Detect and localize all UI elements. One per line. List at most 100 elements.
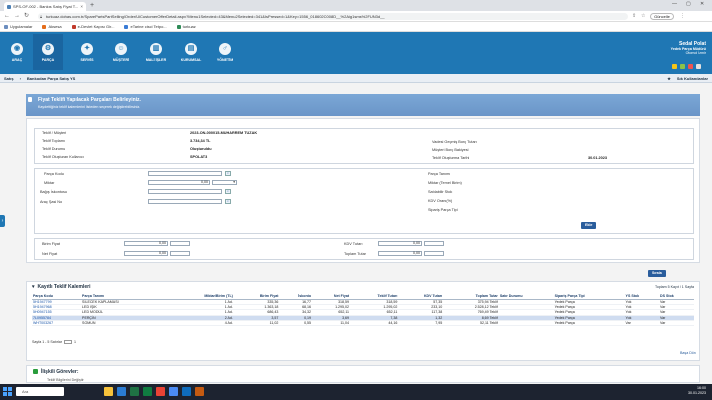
close-window-icon[interactable]: ✕ [700,1,704,7]
nav-kurumsal[interactable]: ▤ KURUMSAL [176,34,206,70]
related-tasks-title: İlişkili Görevler: [41,369,79,375]
maximize-icon[interactable]: ▢ [686,1,691,7]
info-value: Oluşturuldu [190,147,212,151]
minimize-icon[interactable]: — [672,1,677,7]
total-currency [424,251,444,256]
star-icon[interactable]: ☆ [641,13,645,20]
records-summary: Toplam 5 Kayıt / 1 Sayfa [655,285,694,289]
part-code-input[interactable] [148,171,222,176]
customer-icon: ☺ [115,42,127,55]
windows-start-icon[interactable] [3,387,12,396]
taskbar-app-icon[interactable] [195,387,204,396]
sort-button[interactable]: Sırala [648,270,666,277]
taskbar-app-icon[interactable] [104,387,113,396]
update-button[interactable]: Güncelle [650,13,674,20]
panel-title: Fiyat Teklifi Yapılacak Parçaları Belirl… [38,97,141,103]
taskbar-app-icon[interactable] [117,387,126,396]
taskbar-app-icon[interactable] [156,387,165,396]
taskbar-search[interactable]: Ara [16,387,64,396]
bookmark-item[interactable]: Aksesa [42,24,62,29]
taskbar-app-icon[interactable] [143,387,152,396]
favorites-icon[interactable] [672,64,677,69]
pager-page: 1 [73,340,76,344]
help-icon[interactable] [688,64,693,69]
bookmark-item[interactable]: Uygulamalar [4,24,32,29]
reload-icon[interactable]: ↻ [24,13,29,20]
net-price-label: Net Fiyat [42,252,58,256]
info-label: Vadesi Geçmiş Borç Tutarı [432,140,477,144]
bookmark-item[interactable]: turkuaz [176,24,196,29]
vat-label: KDV Tutarı [344,242,363,246]
breadcrumb: Satış › Bankodan Parça Satış YS ★ Sık Ku… [0,74,712,83]
nav-parca[interactable]: ⚙ PARÇA [33,34,63,70]
taskbar-app-icon[interactable] [169,387,178,396]
collapse-icon[interactable]: ▾ [32,284,35,290]
apps-icon [4,24,8,29]
taskbar-app-icon[interactable] [182,387,191,396]
search-discount-button[interactable]: ⌕ [225,189,231,194]
table-row[interactable]: WHT003267 SOMUN 4 Ad. 11,02 0,55 11,04 44,16 7,… [32,320,694,327]
url-input[interactable]: 🔒︎ turkuaz.dohas.com.tr/SparePartsPartSe… [38,13,628,20]
browser-tab[interactable]: SPS-OF-002 - Bankıs Satış Fiyat T... × [4,2,86,11]
table-cell: 52,11 Teklif [443,320,499,327]
chassis-input[interactable] [148,199,222,204]
field-label: Miktar [44,181,55,185]
corporate-icon: ▤ [185,42,197,55]
back-icon[interactable]: ← [4,13,10,20]
quantity-input[interactable]: 0,00 [148,180,210,185]
bookmark-item[interactable]: e-Devlet Kapısı Gir... [71,24,114,29]
breadcrumb-root[interactable]: Satış [4,76,14,81]
bookmarks-bar: Uygulamalar Aksesa e-Devlet Kapısı Gir..… [0,22,712,32]
page-size-select[interactable] [63,340,72,344]
field-label: Sipariş Parça Tipi [428,208,458,212]
back-to-top-link[interactable]: Başa Dön [680,351,696,355]
share-icon[interactable]: ⇪ [632,13,636,20]
tab-close-icon[interactable]: × [80,4,83,9]
table-cell: 44,16 [350,320,399,327]
nav-yonetim[interactable]: ♂ YÖNETİM [210,34,240,70]
menu-dots-icon[interactable]: ⋮ [680,13,685,20]
finance-icon: ▥ [150,42,162,55]
car-icon: ◉ [11,42,23,55]
forward-icon[interactable]: → [14,13,20,20]
field-label: Araç Şasi No [40,200,63,204]
tab-title: SPS-OF-002 - Bankıs Satış Fiyat T... [13,4,79,9]
panel-subtitle: Kaydettiğiniz teklif kalemlerini listede… [38,105,141,109]
add-button[interactable]: Ekle [581,222,597,229]
info-label: Teklif Toplamı [42,139,65,143]
nav-servis[interactable]: ✦ SERVİS [72,34,102,70]
breadcrumb-section[interactable]: Bankodan Parça Satış YS [27,76,75,81]
logout-icon[interactable] [696,64,701,69]
favorites-link[interactable]: Sık Kullanılanlar [677,76,708,81]
nav-arac[interactable]: ◉ ARAÇ [2,34,32,70]
table-cell: 7,95 [398,320,444,327]
related-task-link[interactable]: Teklif Bilgilerini Değiştir [47,378,84,382]
wrench-icon: ✦ [81,42,93,55]
vat-currency [424,241,444,246]
lock-icon: 🔒︎ [40,14,43,19]
taskbar-app-icon[interactable] [130,387,139,396]
info-value: 30.01.2023 [588,156,608,160]
info-label: Teklif Durumu [42,147,66,151]
new-tab-icon[interactable]: + [90,2,94,10]
pager: Sayfa 1 - 5 Satırlar 1 [32,340,76,344]
net-price-currency [170,251,190,256]
table-cell: 4 Ad. [166,320,234,327]
nav-mali-isler[interactable]: ▥ MALİ İŞLER [141,34,171,70]
discount-input[interactable] [148,189,222,194]
table-cell: SOMUN [81,320,167,327]
table-cell: 11,02 [233,320,280,327]
field-label: KDV Oranı(%) [428,199,453,203]
settings-icon[interactable] [680,64,685,69]
sidebar-toggle-icon[interactable]: › [0,215,5,227]
nav-musteri[interactable]: ☺ MÜŞTERİ [106,34,136,70]
unit-select[interactable]: ▾ [212,180,237,185]
user-company[interactable]: Otomol İzmir [620,51,706,55]
bookmark-icon [71,24,76,29]
clock[interactable]: 16:00 30.01.2023 [668,386,706,396]
part-code-cell[interactable]: WHT003267 [32,320,82,327]
search-chassis-button[interactable]: ⌕ [225,199,231,204]
gear-icon: ⚙ [42,42,54,55]
bookmark-item[interactable]: eTarine cisci Tetpo... [124,24,167,29]
search-part-button[interactable]: ⌕ [225,171,231,176]
